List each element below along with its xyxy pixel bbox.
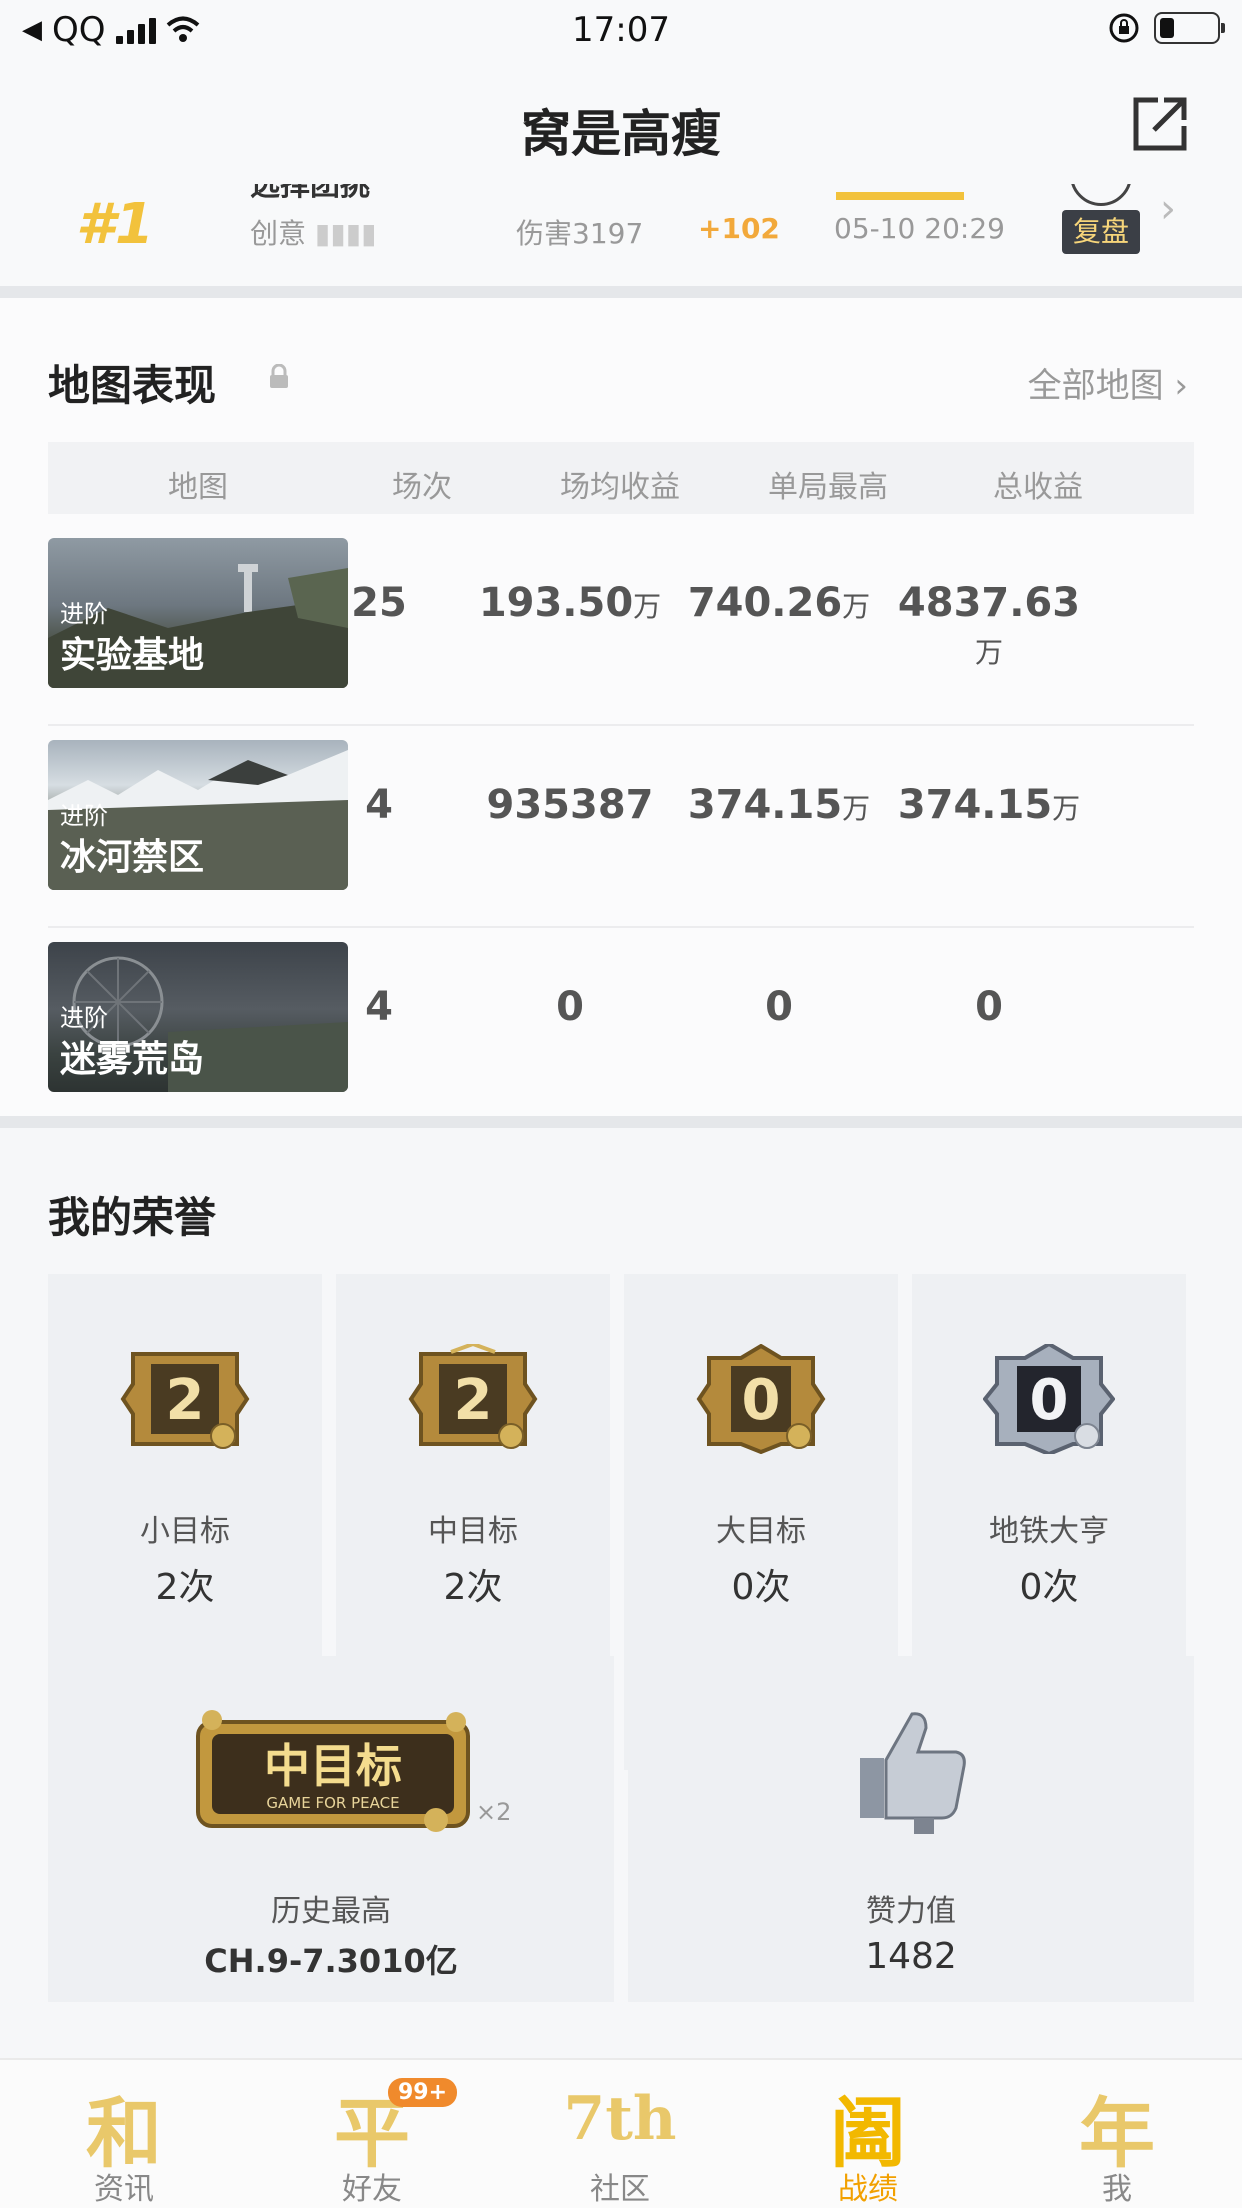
nav-bar: 窝是高瘦 [0, 64, 1242, 184]
divider [0, 286, 1242, 298]
svg-text:2: 2 [454, 1368, 493, 1433]
status-bar: ◀ QQ 17:07 [0, 0, 1242, 64]
lock-icon [270, 364, 288, 388]
page-title: 窝是高瘦 [521, 105, 721, 163]
mode-title-partial: 选择团挑 [250, 184, 370, 203]
svg-text:GAME FOR PEACE: GAME FOR PEACE [266, 1794, 399, 1812]
likes-value: 1482 [865, 1936, 957, 1977]
total-value: 374.15万 [897, 782, 1081, 828]
status-time: 17:07 [572, 10, 670, 50]
likes-label: 赞力值 [866, 1894, 956, 1929]
mode-label: 创意 ▮▮▮▮ [250, 217, 377, 250]
rank-label: #1 [76, 192, 154, 257]
tab-community[interactable]: 7th 社区 [496, 2060, 744, 2208]
table-row[interactable]: 进阶 实验基地 25 193.50万 740.26万 4837.63万 [48, 526, 1194, 726]
avg-value: 0 [556, 984, 584, 1030]
map-tier: 进阶 [60, 1004, 108, 1032]
games-value: 4 [365, 984, 393, 1030]
honor-count: 2次 [443, 1567, 503, 1608]
games-value: 4 [365, 782, 393, 828]
tab-community-icon: 7th [563, 2084, 677, 2154]
honor-count: 0次 [731, 1567, 791, 1608]
svg-text:×2: ×2 [476, 1798, 511, 1826]
silver-badge-icon: 0 [983, 1344, 1115, 1454]
avg-value: 935387 [486, 782, 654, 828]
replay-circle-icon [1070, 184, 1132, 206]
map-name: 迷雾荒岛 [60, 1039, 205, 1080]
section-title: 我的荣誉 [48, 1193, 217, 1242]
team-icon: ▮▮▮▮ [306, 217, 377, 250]
thumbs-up-icon [860, 1712, 966, 1834]
replay-button[interactable]: 复盘 [1062, 210, 1140, 254]
likes-card[interactable]: 赞力值 1482 [628, 1656, 1194, 2002]
tab-label: 好友 [342, 2172, 402, 2207]
gold-badge-icon: 2 [408, 1344, 538, 1449]
games-value: 25 [351, 580, 407, 626]
status-right [1108, 12, 1225, 44]
map-tier: 进阶 [60, 600, 108, 628]
tab-label: 战绩 [838, 2172, 898, 2207]
match-datetime: 05-10 20:29 [834, 212, 1005, 245]
table-row[interactable]: 进阶 迷雾荒岛 4 0 0 0 [48, 930, 1194, 1130]
orientation-lock-icon [1109, 13, 1139, 43]
best-value: 0 [765, 984, 793, 1030]
history-plaque-icon: 中目标 GAME FOR PEACE ×2 [196, 1710, 511, 1832]
svg-text:0: 0 [742, 1368, 781, 1433]
honor-section: 我的荣誉 2 小目标 2次 2 中目标 2次 0 大目标 0次 0 地铁大亨 0… [0, 1128, 1242, 2058]
table-row[interactable]: 进阶 冰河禁区 4 935387 374.15万 374.15万 [48, 728, 1194, 928]
map-performance-section: 地图表现 全部地图 › 地图 场次 场均收益 单局最高 总收益 进阶 实验基地 … [0, 298, 1242, 1116]
honor-label: 中目标 [428, 1514, 518, 1549]
gold-badge-icon: 2 [120, 1352, 250, 1449]
honor-count: 0次 [1019, 1567, 1079, 1608]
damage-label: 伤害3197 [516, 217, 644, 250]
map-name: 实验基地 [60, 635, 205, 676]
honor-label: 小目标 [140, 1514, 230, 1549]
svg-text:中目标: 中目标 [264, 1739, 402, 1793]
best-value: 740.26万 [687, 580, 871, 626]
col-header-total: 总收益 [993, 470, 1083, 505]
tab-label: 社区 [590, 2172, 650, 2207]
avg-value: 193.50万 [478, 580, 662, 626]
map-name: 冰河禁区 [60, 837, 205, 878]
rating-bar [836, 192, 964, 200]
map-tier: 进阶 [60, 802, 108, 830]
svg-text:0: 0 [1030, 1368, 1069, 1433]
total-value: 0 [975, 984, 1003, 1030]
honor-label: 大目标 [716, 1514, 806, 1549]
gold-badge-icon: 0 [696, 1344, 826, 1454]
col-header-avg: 场均收益 [560, 470, 680, 505]
notification-badge: 99+ [388, 2078, 458, 2107]
share-icon[interactable] [1130, 94, 1190, 154]
tab-label: 我 [1102, 2172, 1132, 2207]
svg-text:2: 2 [166, 1368, 205, 1433]
best-value: 374.15万 [687, 782, 871, 828]
tab-records[interactable]: 阖 战绩 [744, 2060, 992, 2208]
history-value: CH.9-7.3010亿 [204, 1942, 458, 1980]
honor-count: 2次 [155, 1567, 215, 1608]
total-value: 4837.63万 [897, 580, 1081, 669]
chevron-right-icon: › [1174, 366, 1188, 406]
chevron-right-icon[interactable]: › [1160, 186, 1176, 232]
tab-friends[interactable]: 平 好友 [248, 2060, 496, 2208]
tab-label: 资讯 [94, 2172, 154, 2207]
divider [0, 1116, 1242, 1128]
col-header-games: 场次 [392, 470, 452, 505]
col-header-best: 单局最高 [768, 470, 888, 505]
tab-news[interactable]: 和 资讯 [0, 2060, 248, 2208]
history-label: 历史最高 [271, 1894, 391, 1929]
all-maps-link[interactable]: 全部地图 › [1028, 358, 1188, 407]
history-best-card[interactable]: 中目标 GAME FOR PEACE ×2 历史最高 CH.9-7.3010亿 [48, 1656, 614, 2002]
tab-me[interactable]: 年 我 [992, 2060, 1242, 2208]
section-title: 地图表现 [48, 361, 217, 410]
table-header: 地图 场次 场均收益 单局最高 总收益 [48, 442, 1194, 514]
battery-icon [1154, 12, 1225, 44]
honor-label: 地铁大亨 [989, 1514, 1109, 1549]
col-header-map: 地图 [168, 470, 228, 505]
recent-match-row[interactable]: #1 选择团挑 创意 ▮▮▮▮ 伤害3197 +102 05-10 20:29 … [0, 184, 1242, 286]
score-change: +102 [698, 212, 780, 245]
tab-bar: 和 资讯 平 好友 99+ 7th 社区 阖 战绩 年 我 [0, 2058, 1242, 2208]
